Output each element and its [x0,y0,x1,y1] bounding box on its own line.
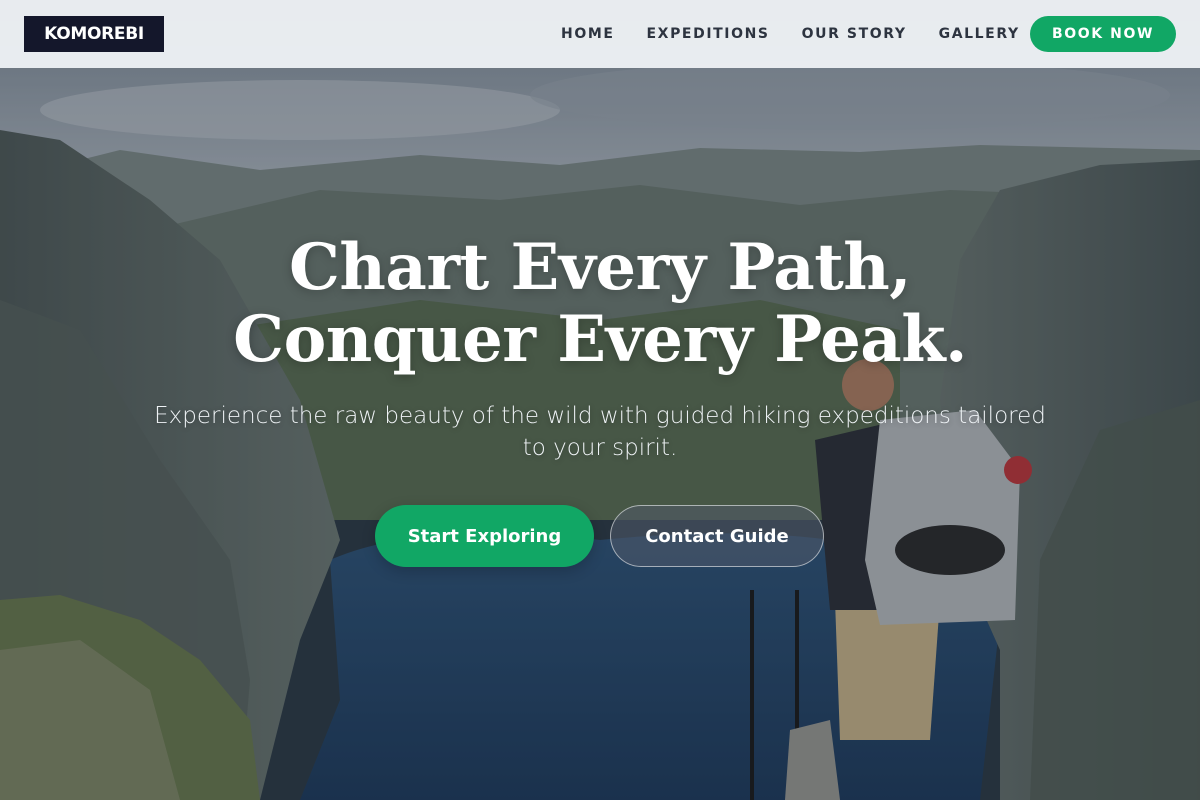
hero-title: Chart Every Path, Conquer Every Peak. [0,232,1200,376]
contact-guide-button[interactable]: Contact Guide [610,505,824,567]
start-exploring-button[interactable]: Start Exploring [375,505,594,567]
hero-title-line-1: Chart Every Path, [288,230,912,305]
hero-subtitle: Experience the raw beauty of the wild wi… [154,403,1046,461]
nav-link-gallery[interactable]: GALLERY [939,26,1020,42]
nav-link-home[interactable]: HOME [561,26,615,42]
main-nav: HOME EXPEDITIONS OUR STORY GALLERY [545,0,1036,68]
top-navbar: KOMOREBI HOME EXPEDITIONS OUR STORY GALL… [0,0,1200,68]
nav-link-our-story[interactable]: OUR STORY [802,26,907,42]
nav-link-expeditions[interactable]: EXPEDITIONS [647,26,770,42]
brand-logo[interactable]: KOMOREBI [24,16,164,52]
hero-title-line-2: Conquer Every Peak. [233,302,967,377]
book-now-button[interactable]: BOOK NOW [1030,16,1176,52]
